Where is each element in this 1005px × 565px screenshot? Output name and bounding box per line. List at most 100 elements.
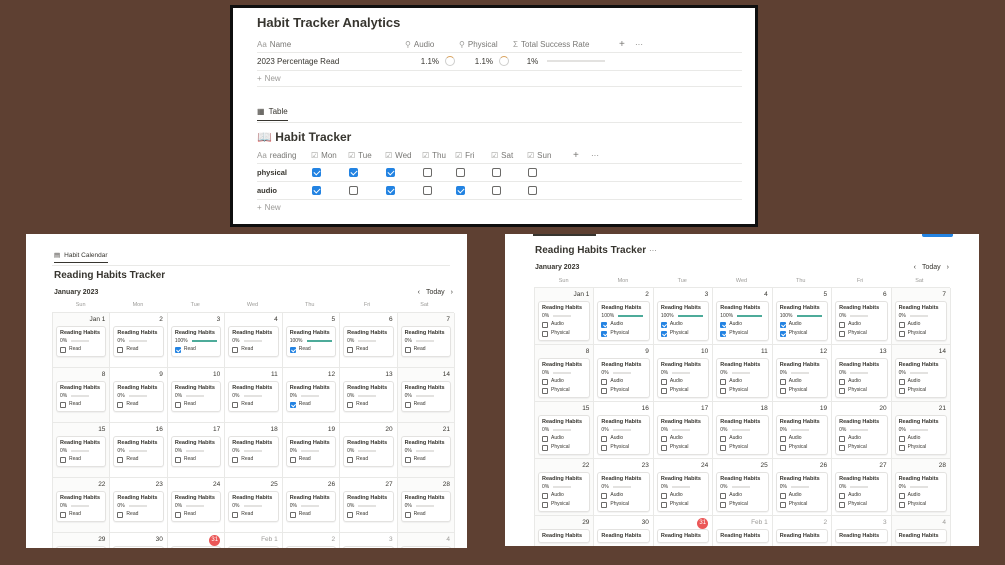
- checkbox-row-read[interactable]: Read: [289, 400, 332, 409]
- habit-card[interactable]: Reading Habits 0% Audio Physical: [775, 415, 829, 455]
- checkbox[interactable]: [839, 378, 846, 385]
- habit-card[interactable]: Reading Habits 0% Read: [343, 381, 394, 412]
- habit-card[interactable]: Reading Habits 0% Read: [285, 381, 337, 412]
- calendar-day[interactable]: 13 Reading Habits 0% Audio Physical: [832, 345, 892, 402]
- column-total-success-rate[interactable]: Σ Total Success Rate: [513, 35, 619, 53]
- checkbox-row-read[interactable]: Read: [232, 345, 274, 354]
- column-name[interactable]: Aa Name: [257, 35, 405, 53]
- today-button[interactable]: Today: [922, 264, 941, 271]
- habit-card[interactable]: Reading Habits 0% Read: [228, 436, 279, 467]
- habit-card[interactable]: Reading Habits: [170, 546, 222, 548]
- habit-card[interactable]: Reading Habits 0% Read: [343, 491, 394, 522]
- habit-card[interactable]: Reading Habits 0% Read: [285, 491, 337, 522]
- more-options-button[interactable]: ···: [649, 246, 657, 255]
- checkbox-row-audio[interactable]: Audio: [898, 491, 943, 500]
- new-row-button[interactable]: + New: [257, 71, 742, 85]
- checkbox[interactable]: [117, 456, 124, 463]
- checkbox-row-audio[interactable]: Audio: [720, 377, 764, 386]
- calendar-day[interactable]: Jan 1 Reading Habits 0% Audio Physical: [535, 288, 595, 345]
- checkbox-row-read[interactable]: Read: [60, 455, 102, 464]
- checkbox-row-read[interactable]: Read: [289, 510, 332, 519]
- habit-card[interactable]: Reading Habits 0% Read: [170, 436, 222, 467]
- checkbox[interactable]: [542, 501, 548, 508]
- habit-card[interactable]: Reading Habits 0% Audio Physical: [538, 301, 591, 341]
- checkbox[interactable]: [542, 330, 548, 337]
- checkbox[interactable]: [839, 330, 846, 337]
- checkbox-row-physical[interactable]: Physical: [839, 329, 883, 338]
- checkbox-row-read[interactable]: Read: [60, 345, 102, 354]
- calendar-day[interactable]: 15 Reading Habits 0% Audio Physical: [535, 402, 595, 459]
- calendar-day[interactable]: Jan 1 Reading Habits 0% Read: [53, 313, 111, 368]
- checkbox[interactable]: [720, 387, 727, 394]
- habit-card[interactable]: Reading Habits 0% Audio Physical: [775, 358, 829, 398]
- checkbox-row-audio[interactable]: Audio: [660, 320, 705, 329]
- more-options-button[interactable]: ···: [635, 35, 651, 53]
- checkbox[interactable]: [312, 168, 321, 177]
- calendar-day[interactable]: 15 Reading Habits 0% Read: [53, 423, 111, 478]
- calendar-day[interactable]: 24 Reading Habits 0% Read: [167, 478, 226, 533]
- tab-habit-calendar[interactable]: ▤ Habit Calendar: [54, 251, 108, 263]
- checkbox-row-audio[interactable]: Audio: [601, 377, 645, 386]
- checkbox-row-physical[interactable]: Physical: [660, 329, 705, 338]
- checkbox-row-audio[interactable]: Audio: [720, 491, 764, 500]
- habit-card[interactable]: Reading Habits 0% Read: [113, 381, 164, 412]
- checkbox[interactable]: [601, 330, 608, 337]
- checkbox-row-read[interactable]: Read: [347, 510, 389, 519]
- checkbox[interactable]: [456, 168, 465, 177]
- habit-card[interactable]: Reading Habits 0% Audio Physical: [716, 472, 769, 512]
- calendar-day[interactable]: 2 Reading Habits 100% Audio Physical: [594, 288, 654, 345]
- calendar-day[interactable]: 7 Reading Habits 0% Audio Physical: [891, 288, 951, 345]
- checkbox-row-audio[interactable]: Audio: [720, 320, 764, 329]
- calendar-day[interactable]: 5 Reading Habits 100% Read: [282, 313, 341, 368]
- checkbox-row-audio[interactable]: Audio: [898, 320, 943, 329]
- tracker-row-audio[interactable]: audio: [257, 182, 742, 199]
- checkbox[interactable]: [542, 387, 548, 394]
- checkbox[interactable]: [660, 444, 667, 451]
- habit-card[interactable]: Reading Habits 0% Audio Physical: [597, 358, 650, 398]
- checkbox-row-audio[interactable]: Audio: [542, 377, 586, 386]
- calendar-day[interactable]: 23 Reading Habits 0% Read: [110, 478, 168, 533]
- checkbox-row-read[interactable]: Read: [174, 345, 217, 354]
- checkbox[interactable]: [839, 435, 846, 442]
- checkbox-row-audio[interactable]: Audio: [601, 434, 645, 443]
- checkbox-row-audio[interactable]: Audio: [839, 491, 883, 500]
- calendar-day[interactable]: 30 Reading Habits: [110, 533, 168, 548]
- checkbox-row-physical[interactable]: Physical: [720, 386, 764, 395]
- checkbox-row-read[interactable]: Read: [232, 455, 274, 464]
- checkbox[interactable]: [349, 186, 358, 195]
- tracker-row-physical[interactable]: physical: [257, 164, 742, 181]
- checkbox-row-audio[interactable]: Audio: [839, 434, 883, 443]
- checkbox-row-audio[interactable]: Audio: [839, 377, 883, 386]
- row-name[interactable]: 2023 Percentage Read: [257, 52, 405, 70]
- checkbox[interactable]: [898, 387, 905, 394]
- calendar-day[interactable]: 21 Reading Habits 0% Read: [397, 423, 455, 478]
- habit-card[interactable]: Reading Habits: [716, 529, 769, 543]
- checkbox[interactable]: [720, 321, 727, 328]
- checkbox[interactable]: [720, 444, 727, 451]
- checkbox[interactable]: [232, 456, 239, 463]
- calendar-day[interactable]: 19 Reading Habits 0% Read: [282, 423, 341, 478]
- checkbox-row-audio[interactable]: Audio: [779, 491, 824, 500]
- habit-card[interactable]: Reading Habits 100% Audio Physical: [716, 301, 769, 341]
- checkbox[interactable]: [289, 511, 296, 518]
- checkbox[interactable]: [720, 330, 727, 337]
- checkbox[interactable]: [456, 186, 465, 195]
- checkbox[interactable]: [660, 492, 667, 499]
- calendar-day[interactable]: 22 Reading Habits 0% Read: [53, 478, 111, 533]
- checkbox[interactable]: [289, 456, 296, 463]
- checkbox[interactable]: [404, 456, 411, 463]
- checkbox[interactable]: [386, 168, 395, 177]
- checkbox-row-physical[interactable]: Physical: [898, 500, 943, 509]
- calendar-day[interactable]: 2 Reading Habits: [282, 533, 341, 548]
- checkbox-row-physical[interactable]: Physical: [898, 386, 943, 395]
- calendar-day[interactable]: 14 Reading Habits 0% Read: [397, 368, 455, 423]
- habit-card[interactable]: Reading Habits 0% Read: [56, 381, 107, 412]
- column-physical[interactable]: ⚲ Physical: [459, 35, 513, 53]
- calendar-day[interactable]: 7 Reading Habits 0% Read: [397, 313, 455, 368]
- column-thu[interactable]: ☑ Thu: [422, 148, 455, 163]
- checkbox[interactable]: [660, 321, 667, 328]
- calendar-day[interactable]: 31Reading Habits: [167, 533, 226, 548]
- habit-card[interactable]: Reading Habits 0% Audio Physical: [538, 358, 591, 398]
- habit-card[interactable]: Reading Habits 0% Audio Physical: [538, 472, 591, 512]
- checkbox-row-read[interactable]: Read: [117, 345, 159, 354]
